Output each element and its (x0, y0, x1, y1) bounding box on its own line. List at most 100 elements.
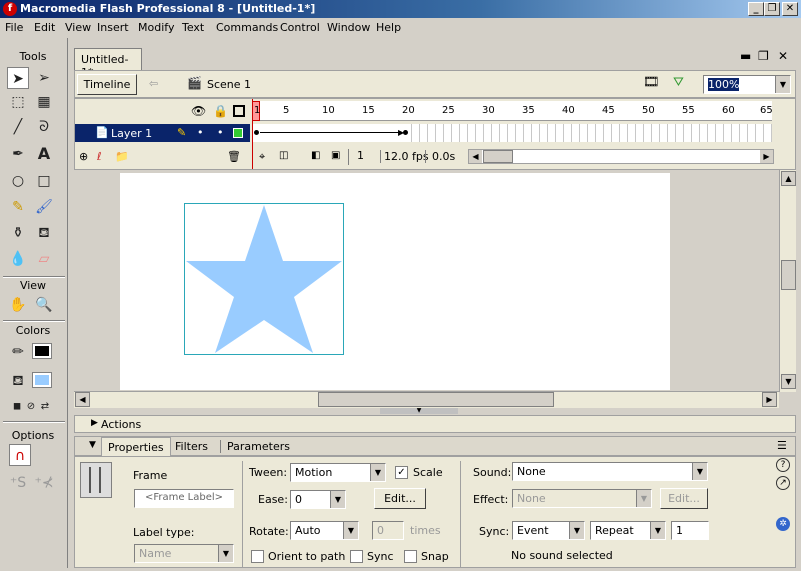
sync-chevron-icon[interactable]: ▼ (569, 522, 584, 539)
edit-scene-icon[interactable]: 🎞 (643, 75, 660, 90)
frame-grid[interactable]: ▶ (252, 124, 772, 142)
fill-transform-tool-icon[interactable]: ▦ (33, 91, 55, 113)
stage-hscroll[interactable]: ◀ ▶ (74, 391, 779, 408)
label-type-select[interactable]: Name ▼ (134, 544, 234, 563)
effect-edit-button[interactable]: Edit... (660, 488, 708, 509)
outline-icon[interactable] (233, 105, 245, 117)
insert-folder-icon[interactable]: 📁 (115, 150, 129, 163)
accessibility-icon[interactable]: ✲ (776, 517, 790, 531)
smooth-icon[interactable]: ⁺S (7, 472, 29, 494)
free-transform-tool-icon[interactable]: ⬚ (7, 91, 29, 113)
lasso-tool-icon[interactable]: ᘐ (33, 116, 55, 138)
stage-vscroll[interactable]: ▲ ▼ (779, 170, 796, 392)
sound-chevron-icon[interactable]: ▼ (692, 463, 707, 480)
eyedropper-tool-icon[interactable]: 💧 (7, 248, 29, 270)
edit-symbols-icon[interactable]: ⛛ (673, 75, 684, 90)
star-shape[interactable] (184, 203, 344, 355)
doc-restore-icon[interactable]: ❐ (758, 49, 769, 63)
zoom-tool-icon[interactable]: 🔍 (33, 294, 55, 316)
tab-filters[interactable]: Filters (175, 440, 208, 453)
repeat-count-input[interactable]: 1 (671, 521, 709, 540)
ink-bottle-tool-icon[interactable]: ⚱ (7, 222, 29, 244)
snap-to-objects-icon[interactable]: ∩ (9, 444, 31, 466)
rotate-chevron-icon[interactable]: ▼ (343, 522, 358, 539)
hscroll-right-icon[interactable]: ▶ (762, 392, 777, 407)
ease-slider-icon[interactable]: ▼ (330, 491, 345, 508)
stroke-color-swatch[interactable] (32, 343, 52, 359)
show-hide-eye-icon[interactable]: 👁 (191, 104, 206, 118)
actions-panel-header[interactable]: ▶ Actions (74, 415, 796, 433)
selection-tool-icon[interactable]: ➤ (7, 67, 29, 89)
tween-chevron-icon[interactable]: ▼ (370, 464, 385, 481)
paint-bucket-tool-icon[interactable]: ⛾ (33, 222, 55, 244)
effect-select[interactable]: None ▼ (512, 489, 652, 508)
start-keyframe[interactable] (254, 130, 259, 135)
menu-help[interactable]: Help (376, 21, 401, 34)
menu-insert[interactable]: Insert (97, 21, 129, 34)
edit-multiple-frames-icon[interactable]: ▣ (331, 150, 340, 161)
tween-span[interactable]: ▶ (252, 124, 408, 142)
orient-to-path-checkbox[interactable] (251, 550, 264, 563)
ease-input[interactable]: 0 ▼ (290, 490, 346, 509)
hscroll-left-icon[interactable]: ◀ (75, 392, 90, 407)
menu-text[interactable]: Text (182, 21, 204, 34)
zoom-chevron-down-icon[interactable]: ▼ (775, 76, 790, 93)
eraser-tool-icon[interactable]: ▱ (33, 248, 55, 270)
expand-arrow-icon[interactable]: ▶ (91, 418, 98, 428)
timeline-toggle-button[interactable]: Timeline (77, 74, 137, 95)
center-frame-icon[interactable]: ⌖ (259, 150, 265, 164)
sync-checkbox[interactable] (350, 550, 363, 563)
fill-color-icon[interactable]: ⛾ (7, 370, 29, 392)
doc-minimize-icon[interactable]: ▬ (740, 49, 751, 63)
end-keyframe[interactable] (403, 130, 408, 135)
zoom-select[interactable]: 100% ▼ (703, 75, 791, 94)
lock-dot-icon[interactable]: • (217, 126, 224, 139)
help-icon[interactable]: ? (776, 458, 790, 472)
menu-file[interactable]: File (5, 21, 23, 34)
rotate-times-input[interactable]: 0 (372, 521, 404, 540)
text-tool-icon[interactable]: A (33, 143, 55, 165)
repeat-select[interactable]: Repeat ▼ (590, 521, 666, 540)
restore-button[interactable]: ❐ (764, 2, 780, 16)
line-tool-icon[interactable]: ╱ (7, 116, 29, 138)
scale-checkbox[interactable]: ✓ (395, 466, 408, 479)
subselection-tool-icon[interactable]: ➢ (33, 67, 55, 89)
frame-ruler[interactable]: 1 5 10 15 20 25 30 35 40 45 50 55 60 65 (252, 101, 773, 121)
snap-checkbox[interactable] (404, 550, 417, 563)
frame-label-input[interactable]: <Frame Label> (134, 489, 234, 508)
hscroll-thumb[interactable] (318, 392, 554, 407)
fill-color-swatch[interactable] (32, 372, 52, 388)
lock-icon[interactable]: 🔒 (213, 104, 228, 118)
menu-window[interactable]: Window (327, 21, 370, 34)
close-button[interactable]: ✕ (782, 2, 798, 16)
ease-edit-button[interactable]: Edit... (374, 488, 426, 509)
insert-layer-icon[interactable]: ⊕ (79, 150, 88, 163)
delete-layer-icon[interactable]: 🗑 (227, 150, 241, 163)
sync-event-select[interactable]: Event ▼ (512, 521, 585, 540)
edit-in-place-icon[interactable]: ↗ (776, 476, 790, 490)
repeat-chevron-icon[interactable]: ▼ (650, 522, 665, 539)
rotate-select[interactable]: Auto ▼ (290, 521, 359, 540)
onion-outlines-icon[interactable]: ◧ (311, 150, 320, 161)
scroll-up-icon[interactable]: ▲ (781, 171, 796, 186)
minimize-button[interactable]: _ (748, 2, 764, 16)
stroke-color-icon[interactable]: ✏ (7, 341, 29, 363)
panel-splitter[interactable]: ▼ (380, 408, 458, 414)
oval-tool-icon[interactable]: ○ (7, 170, 29, 192)
menu-commands[interactable]: Commands (216, 21, 278, 34)
pen-tool-icon[interactable]: ✒ (7, 143, 29, 165)
add-motion-guide-icon[interactable]: ℓ (97, 150, 102, 163)
vscroll-thumb[interactable] (781, 260, 796, 290)
brush-tool-icon[interactable]: 🖌 (33, 196, 55, 218)
sound-select[interactable]: None ▼ (512, 462, 708, 481)
swap-colors-icon[interactable]: ⇄ (34, 396, 56, 418)
scroll-left-icon[interactable]: ◀ (469, 150, 482, 163)
menu-control[interactable]: Control (280, 21, 320, 34)
menu-edit[interactable]: Edit (34, 21, 55, 34)
back-arrow-icon[interactable]: ⇦ (149, 77, 158, 90)
menu-view[interactable]: View (65, 21, 91, 34)
straighten-icon[interactable]: ⁺⊀ (33, 472, 55, 494)
rectangle-tool-icon[interactable]: □ (33, 170, 55, 192)
scroll-down-icon[interactable]: ▼ (781, 374, 796, 389)
star-fill[interactable] (186, 205, 342, 353)
